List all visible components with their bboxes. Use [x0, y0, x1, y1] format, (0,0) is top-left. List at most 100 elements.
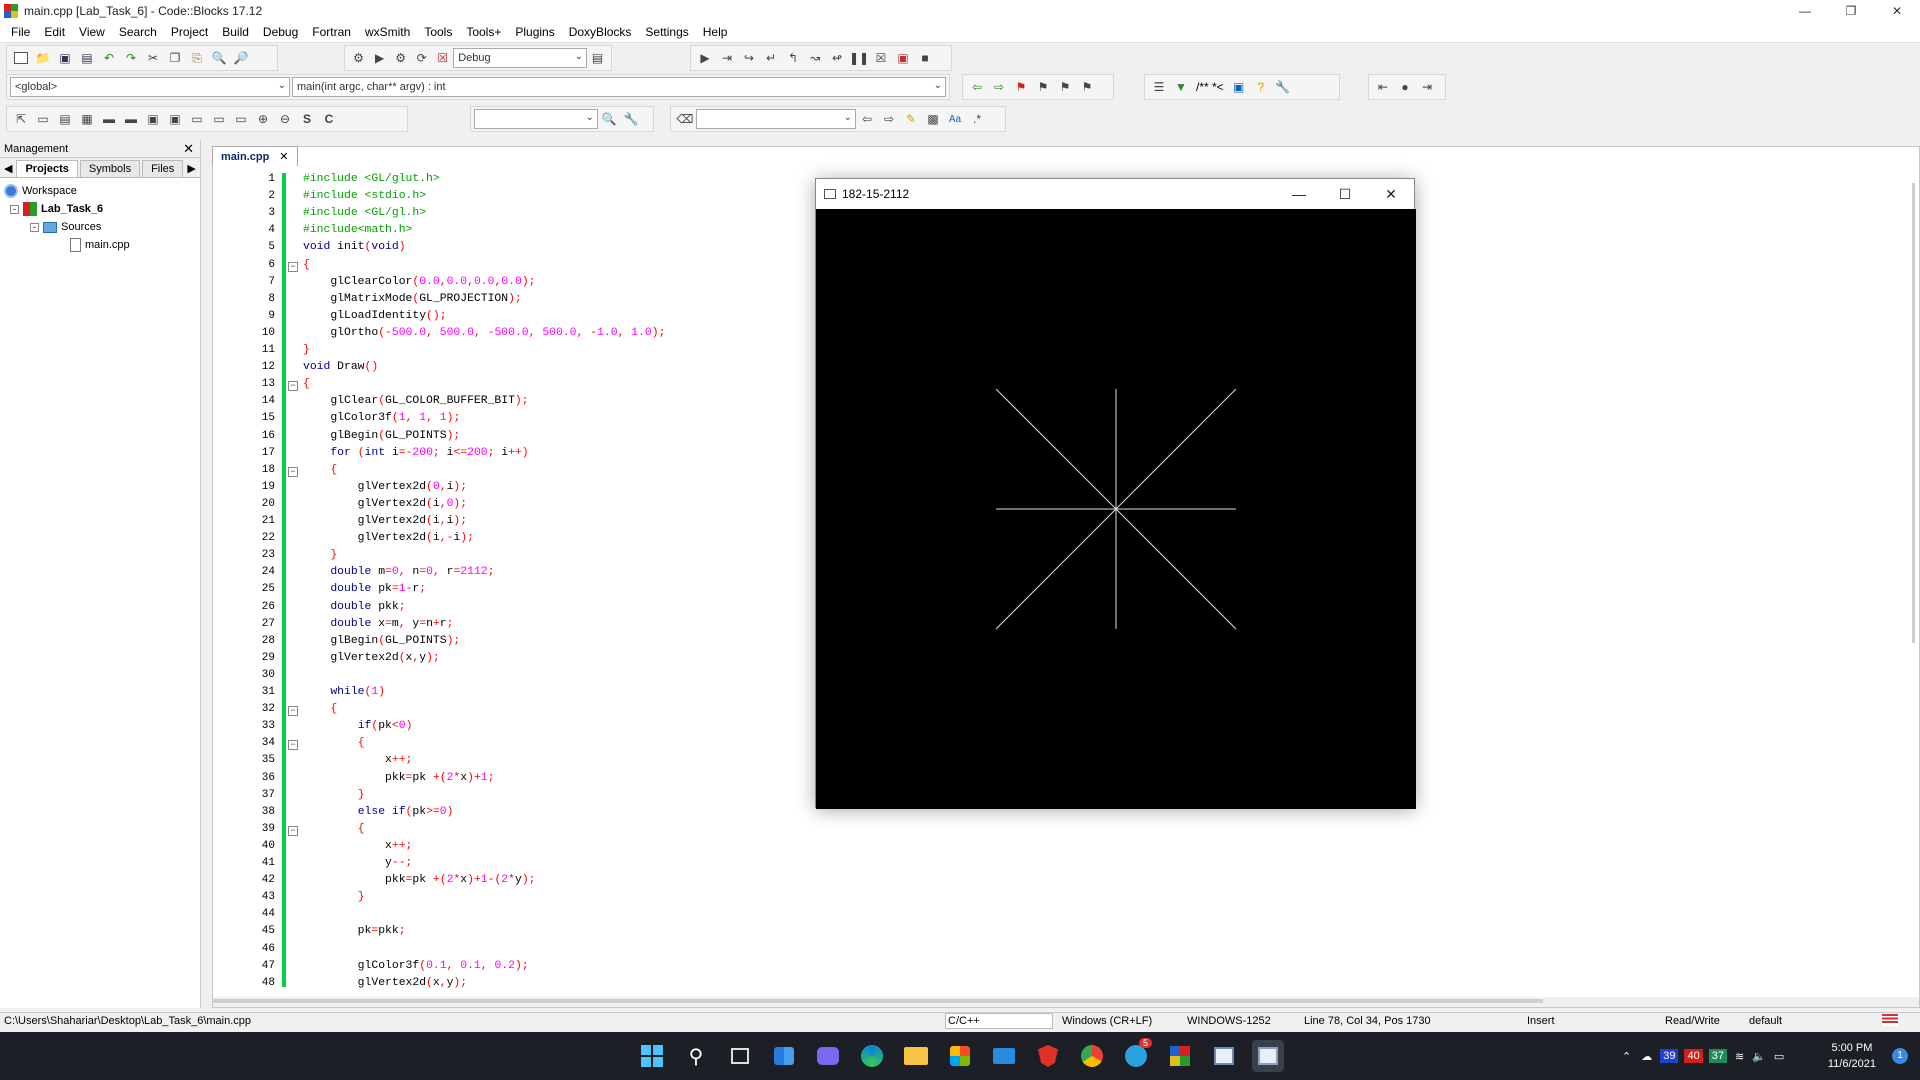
file-explorer-icon[interactable] — [900, 1040, 932, 1072]
close-icon[interactable]: ✕ — [1874, 0, 1920, 22]
wifi-icon[interactable]: ≋ — [1735, 1050, 1744, 1063]
opengl-window-icon[interactable] — [1252, 1040, 1284, 1072]
menu-settings[interactable]: Settings — [638, 25, 695, 39]
tree-workspace[interactable]: Workspace — [4, 182, 196, 200]
store-icon[interactable] — [944, 1040, 976, 1072]
find-icon[interactable]: 🔍 — [209, 48, 229, 68]
collapse-icon[interactable]: - — [10, 204, 19, 214]
debug-run-icon[interactable]: ▶ — [695, 48, 715, 68]
onedrive-icon[interactable]: ☁ — [1641, 1050, 1652, 1063]
bookmark-prev-icon[interactable]: ⚑ — [1033, 77, 1053, 97]
menu-project[interactable]: Project — [164, 25, 215, 39]
windows-start-icon[interactable] — [636, 1040, 668, 1072]
menu-plugins[interactable]: Plugins — [508, 25, 561, 39]
code-line[interactable]: 45 pk=pkk; — [213, 925, 1919, 942]
maximize-icon[interactable]: ☐ — [1322, 179, 1368, 209]
clear-search-icon[interactable]: ⌫ — [675, 109, 695, 129]
telegram-icon[interactable]: 5 — [1120, 1038, 1152, 1072]
pointer-icon[interactable]: ⇱ — [11, 109, 31, 129]
code-line[interactable]: 39 − { — [213, 823, 1919, 840]
menu-debug[interactable]: Debug — [256, 25, 305, 39]
clock[interactable]: 5:00 PM 11/6/2021 — [1828, 1040, 1876, 1072]
doxy-chm-icon[interactable]: ? — [1251, 77, 1271, 97]
step-out-icon[interactable]: ↰ — [783, 48, 803, 68]
fold-toggle-icon[interactable]: − — [288, 740, 298, 751]
edge-icon[interactable] — [856, 1040, 888, 1072]
fold-toggle-icon[interactable]: − — [288, 381, 298, 392]
menu-search[interactable]: Search — [112, 25, 164, 39]
tab-projects[interactable]: Projects — [16, 160, 78, 177]
pause-icon[interactable]: ❚❚ — [849, 48, 869, 68]
forward-arrow-icon[interactable]: ⇨ — [989, 77, 1009, 97]
wx-border-icon[interactable]: ▭ — [209, 109, 229, 129]
menu-fortran[interactable]: Fortran — [305, 25, 358, 39]
wx-s-icon[interactable]: S — [297, 109, 317, 129]
highlight-icon[interactable]: ✎ — [901, 109, 921, 129]
minimize-icon[interactable]: — — [1276, 179, 1322, 209]
tray-count-1[interactable]: 39 — [1660, 1049, 1679, 1063]
horizontal-scrollbar[interactable] — [213, 997, 1919, 1007]
chrome-icon[interactable] — [1076, 1040, 1108, 1072]
build-run-icon[interactable]: ⚙ — [391, 48, 410, 68]
menu-tools-plus[interactable]: Tools+ — [459, 25, 508, 39]
match-case-icon[interactable]: Aa — [945, 109, 965, 129]
code-line[interactable]: 48 glVertex2d(x,y); — [213, 977, 1919, 994]
build-target-select[interactable]: Debug ⌄ — [453, 48, 587, 68]
wx-grid-icon[interactable]: ▣ — [143, 109, 163, 129]
jump-back-icon[interactable]: ⇤ — [1373, 77, 1393, 97]
volume-icon[interactable]: 🔈 — [1752, 1050, 1766, 1063]
tab-files[interactable]: Files — [142, 160, 184, 177]
mail-icon[interactable] — [988, 1040, 1020, 1072]
wx-sizer-icon[interactable]: ▬ — [99, 109, 119, 129]
tab-main-cpp[interactable]: main.cpp ✕ — [212, 146, 298, 166]
task-view-icon[interactable] — [724, 1040, 756, 1072]
codeblocks-icon[interactable] — [1164, 1040, 1196, 1072]
jump-dot-icon[interactable]: ● — [1395, 77, 1415, 97]
chevron-up-icon[interactable]: ⌃ — [1622, 1050, 1631, 1063]
menu-edit[interactable]: Edit — [37, 25, 72, 39]
code-line[interactable]: 44 — [213, 908, 1919, 925]
tab-symbols[interactable]: Symbols — [79, 160, 141, 177]
jump-forward-icon[interactable]: ⇥ — [1417, 77, 1437, 97]
fold-toggle-icon[interactable]: − — [288, 261, 298, 272]
opengl-window[interactable]: 182-15-2112 — ☐ ✕ — [815, 178, 1416, 809]
tray-count-2[interactable]: 40 — [1684, 1049, 1703, 1063]
wx-expand-icon[interactable]: ▭ — [231, 109, 251, 129]
zoom-out-icon[interactable]: ⊖ — [275, 109, 295, 129]
code-line[interactable]: 40 x++; — [213, 840, 1919, 857]
code-line[interactable]: 41 y--; — [213, 857, 1919, 874]
step-into-icon[interactable]: ↵ — [761, 48, 781, 68]
wx-c-icon[interactable]: C — [319, 109, 339, 129]
open-file-icon[interactable]: 📁 — [33, 48, 53, 68]
selected-text-icon[interactable]: ▩ — [923, 109, 943, 129]
function-select[interactable]: main(int argc, char** argv) : int ⌄ — [292, 77, 946, 97]
menu-tools[interactable]: Tools — [417, 25, 459, 39]
search-prev-icon[interactable]: ⇦ — [857, 109, 877, 129]
tray-count-3[interactable]: 37 — [1708, 1049, 1727, 1063]
search-options-icon[interactable]: 🔧 — [621, 109, 641, 129]
copy-icon[interactable]: ❐ — [165, 48, 185, 68]
wx-box-icon[interactable]: ▬ — [121, 109, 141, 129]
code-line[interactable]: 42 pkk=pk +(2*x)+1-(2*y); — [213, 874, 1919, 891]
tab-scroll-right-icon[interactable]: ▶ — [185, 160, 197, 177]
rebuild-icon[interactable]: ⟳ — [412, 48, 431, 68]
code-line[interactable]: 43 } — [213, 891, 1919, 908]
collapse-icon[interactable]: - — [30, 222, 39, 232]
search-combo[interactable]: ⌄ — [474, 109, 598, 129]
next-instruction-icon[interactable]: ↝ — [805, 48, 825, 68]
fold-toggle-icon[interactable]: − — [288, 706, 298, 717]
undo-icon[interactable]: ↶ — [99, 48, 119, 68]
back-arrow-icon[interactable]: ⇦ — [967, 77, 987, 97]
doxy-extract-icon[interactable]: ▼ — [1171, 77, 1191, 97]
battery-icon[interactable]: ▭ — [1774, 1050, 1784, 1063]
close-icon[interactable]: ✕ — [279, 150, 288, 163]
zoom-in-icon[interactable]: ⊕ — [253, 109, 273, 129]
tab-scroll-left-icon[interactable]: ◀ — [2, 160, 14, 177]
menu-wxsmith[interactable]: wxSmith — [358, 25, 417, 39]
notification-badge[interactable]: 1 — [1892, 1048, 1908, 1064]
stop-debug-icon[interactable]: ☒ — [871, 48, 891, 68]
next-line-icon[interactable]: ↪ — [739, 48, 759, 68]
regex-icon[interactable]: .* — [967, 109, 987, 129]
tree-folder-sources[interactable]: - Sources — [4, 218, 196, 236]
tree-file-main[interactable]: main.cpp — [4, 236, 196, 254]
